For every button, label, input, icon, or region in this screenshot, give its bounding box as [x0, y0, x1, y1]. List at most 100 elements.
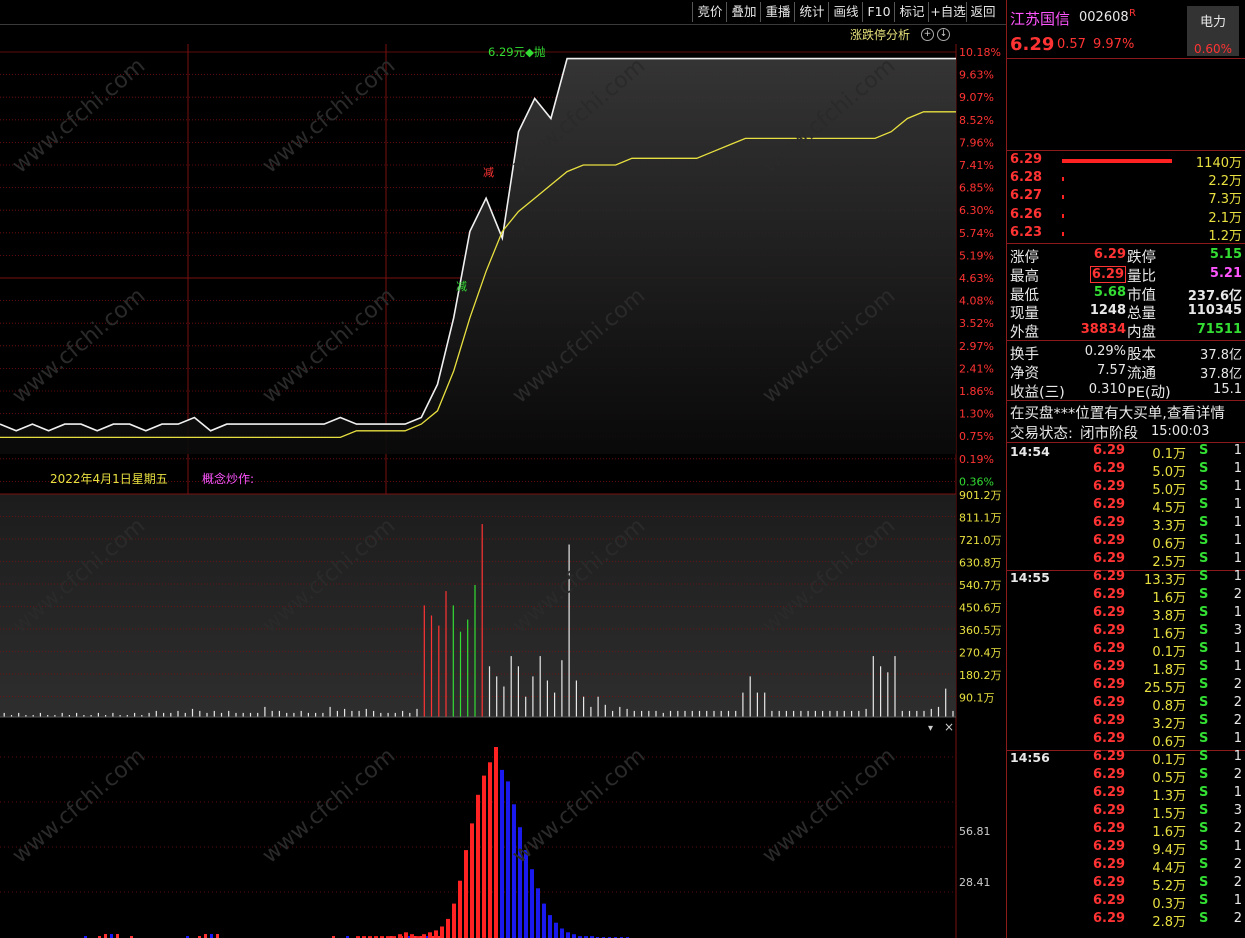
volume-bar [452, 605, 454, 718]
tick-count: 2 [1233, 695, 1242, 710]
toolbar-button-5[interactable]: F10 [862, 2, 895, 22]
price-change-pct: 9.97% [1093, 37, 1135, 52]
volume-bar [684, 710, 686, 717]
tick-count: 2 [1233, 857, 1242, 872]
buy-level-bar [1062, 195, 1064, 200]
volume-bar [648, 710, 650, 717]
volume-bar [467, 619, 469, 717]
tick-side: S [1199, 893, 1209, 908]
tick-side: S [1199, 803, 1209, 818]
buy-level-price: 6.26 [1010, 206, 1043, 222]
tick-side: S [1199, 497, 1209, 512]
big-order-notice[interactable]: 在买盘***位置有大买单,查看详情 [1010, 402, 1225, 423]
indicator-red-bar [404, 932, 408, 938]
volume-bar [387, 712, 389, 717]
toolbar-button-0[interactable]: 竞价 [692, 2, 727, 22]
volume-axis-label: 901.2万 [959, 489, 1002, 502]
volume-bar [459, 631, 462, 717]
indicator-blue-bar [542, 903, 546, 938]
buy-level-volume: 2.1万 [1208, 210, 1242, 226]
tick-price: 6.29 [1093, 875, 1126, 890]
volume-bar [836, 710, 838, 717]
volume-bar [220, 712, 223, 717]
tick-count: 1 [1233, 551, 1242, 566]
code-flag: R [1129, 8, 1136, 19]
limit-analysis-title[interactable]: 涨跌停分析 [850, 26, 910, 43]
stat-value: 6.29 [1093, 247, 1126, 262]
volume-bar [496, 676, 498, 717]
tick-count: 2 [1233, 767, 1242, 782]
tick-side: S [1199, 605, 1209, 620]
volume-bar [633, 710, 635, 717]
stat-label: 流通 [1127, 366, 1156, 382]
tick-volume: 1.6万 [1152, 591, 1186, 606]
limit-up-label: 6.29元◆抛 [488, 45, 546, 59]
volume-bar [61, 712, 63, 717]
volume-bar [793, 710, 795, 717]
pct-axis-label: 0.19% [959, 453, 994, 466]
tick-count: 1 [1233, 533, 1242, 548]
volume-bar [590, 706, 592, 718]
pct-axis-label: 4.08% [959, 295, 994, 308]
pct-axis-label: 5.74% [959, 227, 994, 240]
indicator-small-bar [210, 934, 213, 938]
sector-box[interactable]: 电力 0.60% [1187, 6, 1239, 56]
tick-price: 6.29 [1093, 587, 1126, 602]
tick-price: 6.29 [1093, 551, 1126, 566]
indicator-axis-label: 28.41 [959, 876, 991, 889]
tick-count: 2 [1233, 911, 1242, 926]
download-icon[interactable]: ↓ [937, 28, 950, 41]
volume-bar [872, 656, 874, 717]
toolbar: 竞价 叠加 重播 统计 画线 F10 标记 +自选 返回 [0, 0, 1006, 25]
indicator-red-bar [494, 747, 498, 938]
volume-bar [575, 680, 577, 717]
volume-bar [257, 712, 259, 717]
toolbar-button-7[interactable]: +自选 [928, 2, 967, 22]
tick-side: S [1199, 479, 1209, 494]
chart-area: 10.18% 9.63% 9.07% 8.52% 7.96% 7.41% 6.85% 6.30… [0, 44, 1002, 938]
indicator-close-icon[interactable]: × [944, 720, 954, 734]
indicator-menu-icon[interactable]: ▾ [928, 723, 933, 734]
volume-bar [785, 710, 787, 717]
volume-bar [199, 710, 201, 717]
volume-bar [814, 710, 816, 717]
tick-side: S [1199, 641, 1209, 656]
toolbar-button-2[interactable]: 重播 [760, 2, 795, 22]
toolbar-button-1[interactable]: 叠加 [726, 2, 761, 22]
tick-volume: 5.0万 [1152, 465, 1186, 480]
trade-status-time: 15:00:03 [1151, 424, 1210, 439]
plus-icon[interactable]: + [921, 28, 934, 41]
volume-bar [894, 656, 896, 717]
volume-bar [735, 710, 737, 717]
indicator-red-bar [452, 903, 456, 938]
toolbar-button-4[interactable]: 画线 [828, 2, 863, 22]
tick-count: 1 [1233, 659, 1242, 674]
volume-bar [619, 706, 621, 718]
volume-bar [532, 676, 534, 717]
stat-label: 股本 [1127, 347, 1156, 363]
volume-bar [430, 615, 433, 717]
pct-axis-label: 3.52% [959, 317, 994, 330]
tick-volume: 3.2万 [1152, 717, 1186, 732]
volume-bar [930, 708, 932, 717]
toolbar-button-3[interactable]: 统计 [794, 2, 829, 22]
stat-value: 110345 [1187, 303, 1242, 319]
watermark-text: www.cfchi.com [508, 743, 650, 868]
indicator-small-bar [110, 934, 113, 938]
stat-value: 237.6亿 [1187, 288, 1242, 304]
volume-bar [39, 712, 41, 717]
toolbar-button-8[interactable]: 返回 [966, 2, 999, 22]
stat-label: 净资 [1010, 366, 1039, 382]
volume-bar [18, 712, 20, 717]
tick-price: 6.29 [1093, 605, 1126, 620]
volume-bar [677, 710, 679, 717]
volume-bar [698, 710, 701, 717]
volume-bar [612, 710, 614, 717]
buy-level-bar [1062, 177, 1064, 182]
tick-volume: 0.5万 [1152, 771, 1186, 786]
volume-bar [264, 706, 266, 718]
sector-pct: 0.60% [1193, 42, 1233, 56]
volume-bar [858, 710, 860, 717]
volume-bar [3, 712, 5, 717]
toolbar-button-6[interactable]: 标记 [894, 2, 929, 22]
